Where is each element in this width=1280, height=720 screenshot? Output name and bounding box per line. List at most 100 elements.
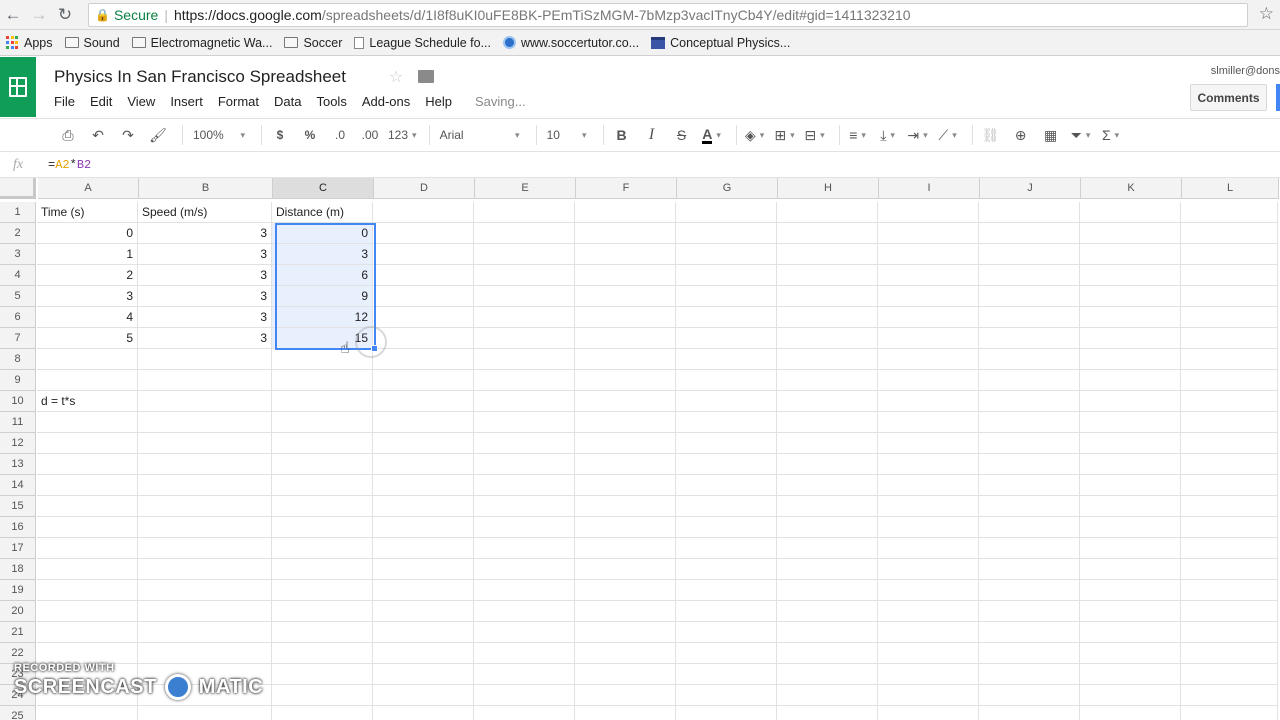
cell-b9[interactable] bbox=[138, 370, 272, 391]
cell-e3[interactable] bbox=[474, 244, 575, 265]
cell-j20[interactable] bbox=[979, 601, 1080, 622]
cell-i4[interactable] bbox=[878, 265, 979, 286]
document-title[interactable]: Physics In San Francisco Spreadsheet bbox=[54, 67, 346, 87]
cell-a2[interactable]: 0 bbox=[37, 223, 138, 244]
cell-l1[interactable] bbox=[1181, 202, 1278, 223]
bookmark-apps[interactable]: Apps bbox=[6, 36, 53, 50]
cell-l7[interactable] bbox=[1181, 328, 1278, 349]
menu-add-ons[interactable]: Add-ons bbox=[362, 94, 410, 109]
functions-icon[interactable]: Σ bbox=[1099, 123, 1123, 147]
cell-g10[interactable] bbox=[676, 391, 777, 412]
insert-comment-icon[interactable]: ⊕ bbox=[1009, 123, 1033, 147]
cell-d8[interactable] bbox=[373, 349, 474, 370]
text-color-button[interactable]: A bbox=[700, 123, 724, 147]
cell-g18[interactable] bbox=[676, 559, 777, 580]
cell-k22[interactable] bbox=[1080, 643, 1181, 664]
bookmark-sound[interactable]: Sound bbox=[64, 36, 120, 50]
folder-icon[interactable] bbox=[418, 70, 434, 83]
cell-j13[interactable] bbox=[979, 454, 1080, 475]
cell-e12[interactable] bbox=[474, 433, 575, 454]
cell-h22[interactable] bbox=[777, 643, 878, 664]
cell-e8[interactable] bbox=[474, 349, 575, 370]
cell-f23[interactable] bbox=[575, 664, 676, 685]
menu-data[interactable]: Data bbox=[274, 94, 301, 109]
cell-a16[interactable] bbox=[37, 517, 138, 538]
menu-edit[interactable]: Edit bbox=[90, 94, 112, 109]
cell-e19[interactable] bbox=[474, 580, 575, 601]
cell-e14[interactable] bbox=[474, 475, 575, 496]
cell-k12[interactable] bbox=[1080, 433, 1181, 454]
cell-b18[interactable] bbox=[138, 559, 272, 580]
cell-i13[interactable] bbox=[878, 454, 979, 475]
cell-a9[interactable] bbox=[37, 370, 138, 391]
text-rotation-icon[interactable]: ⟋ bbox=[936, 123, 960, 147]
cell-i16[interactable] bbox=[878, 517, 979, 538]
cell-a10[interactable]: d = t*s bbox=[37, 391, 138, 412]
cell-g5[interactable] bbox=[676, 286, 777, 307]
share-button[interactable] bbox=[1276, 84, 1280, 111]
row-header-6[interactable]: 6 bbox=[0, 307, 36, 328]
cell-e22[interactable] bbox=[474, 643, 575, 664]
cell-a8[interactable] bbox=[37, 349, 138, 370]
cell-l25[interactable] bbox=[1181, 706, 1278, 720]
cell-d22[interactable] bbox=[373, 643, 474, 664]
cell-c17[interactable] bbox=[272, 538, 373, 559]
cell-k19[interactable] bbox=[1080, 580, 1181, 601]
cell-f11[interactable] bbox=[575, 412, 676, 433]
cell-b5[interactable]: 3 bbox=[138, 286, 272, 307]
currency-format-button[interactable]: $ bbox=[268, 123, 292, 147]
cell-a5[interactable]: 3 bbox=[37, 286, 138, 307]
bookmark-league-schedule[interactable]: League Schedule fo... bbox=[354, 36, 491, 50]
menu-tools[interactable]: Tools bbox=[316, 94, 346, 109]
row-header-8[interactable]: 8 bbox=[0, 349, 36, 370]
cell-f6[interactable] bbox=[575, 307, 676, 328]
cell-i9[interactable] bbox=[878, 370, 979, 391]
cell-c14[interactable] bbox=[272, 475, 373, 496]
cell-d20[interactable] bbox=[373, 601, 474, 622]
cell-l24[interactable] bbox=[1181, 685, 1278, 706]
italic-button[interactable]: I bbox=[640, 123, 664, 147]
column-header-d[interactable]: D bbox=[374, 178, 475, 199]
cell-l3[interactable] bbox=[1181, 244, 1278, 265]
cell-d4[interactable] bbox=[373, 265, 474, 286]
cell-c13[interactable] bbox=[272, 454, 373, 475]
select-all-corner[interactable] bbox=[0, 178, 36, 199]
column-header-e[interactable]: E bbox=[475, 178, 576, 199]
cell-h9[interactable] bbox=[777, 370, 878, 391]
cell-a4[interactable]: 2 bbox=[37, 265, 138, 286]
cell-j25[interactable] bbox=[979, 706, 1080, 720]
cell-l21[interactable] bbox=[1181, 622, 1278, 643]
cell-h5[interactable] bbox=[777, 286, 878, 307]
row-header-4[interactable]: 4 bbox=[0, 265, 36, 286]
cell-e6[interactable] bbox=[474, 307, 575, 328]
cell-d1[interactable] bbox=[373, 202, 474, 223]
cell-e9[interactable] bbox=[474, 370, 575, 391]
cell-d19[interactable] bbox=[373, 580, 474, 601]
cell-g1[interactable] bbox=[676, 202, 777, 223]
column-header-h[interactable]: H bbox=[778, 178, 879, 199]
cell-g13[interactable] bbox=[676, 454, 777, 475]
cell-k5[interactable] bbox=[1080, 286, 1181, 307]
cell-h6[interactable] bbox=[777, 307, 878, 328]
cell-l6[interactable] bbox=[1181, 307, 1278, 328]
cell-l14[interactable] bbox=[1181, 475, 1278, 496]
cell-h25[interactable] bbox=[777, 706, 878, 720]
more-formats-select[interactable]: 123 bbox=[388, 123, 417, 147]
cell-i3[interactable] bbox=[878, 244, 979, 265]
cell-k16[interactable] bbox=[1080, 517, 1181, 538]
cell-i19[interactable] bbox=[878, 580, 979, 601]
cell-k8[interactable] bbox=[1080, 349, 1181, 370]
cell-f17[interactable] bbox=[575, 538, 676, 559]
cell-h10[interactable] bbox=[777, 391, 878, 412]
cell-k25[interactable] bbox=[1080, 706, 1181, 720]
insert-link-icon[interactable]: ⛓ bbox=[979, 123, 1003, 147]
cell-g6[interactable] bbox=[676, 307, 777, 328]
cell-a15[interactable] bbox=[37, 496, 138, 517]
cell-f18[interactable] bbox=[575, 559, 676, 580]
cell-l9[interactable] bbox=[1181, 370, 1278, 391]
cell-c18[interactable] bbox=[272, 559, 373, 580]
font-select[interactable]: Arial bbox=[436, 123, 524, 147]
strikethrough-button[interactable]: S bbox=[670, 123, 694, 147]
cell-f2[interactable] bbox=[575, 223, 676, 244]
back-arrow-icon[interactable]: ← bbox=[0, 2, 26, 28]
